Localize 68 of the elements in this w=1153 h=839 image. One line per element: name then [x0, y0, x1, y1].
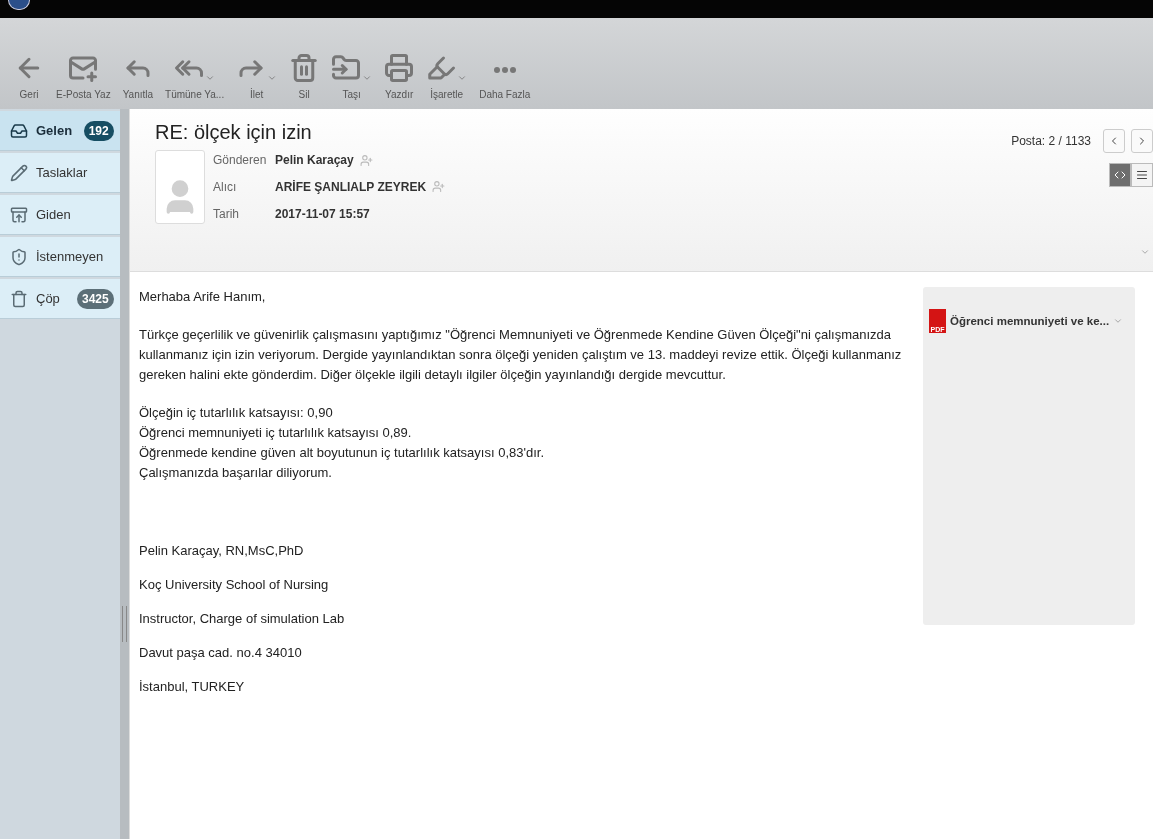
next-button[interactable]	[1131, 129, 1153, 153]
inbox-icon	[10, 121, 28, 140]
body-text: Ölçeğin iç tutarlılık katsayısı: 0,90	[139, 404, 334, 422]
signature-line: Pelin Karaçay, RN,MsC,PhD	[139, 542, 305, 560]
view-toggle-button[interactable]	[1131, 163, 1153, 187]
toolbar-button[interactable]: İşaretle	[420, 43, 474, 100]
caret-icon	[205, 73, 216, 83]
folder-label: Taslaklar	[36, 165, 89, 180]
body-text: Merhaba Arife Hanım,	[139, 288, 267, 306]
body-text: Çalışmanızda başarılar diliyorum.	[139, 464, 333, 482]
body-text: Öğrenmede kendine güven alt boyutunun iç tutarlılık katsayısı 0,83'dır.	[139, 444, 545, 462]
toolbar-button[interactable]: Yazdır	[378, 43, 421, 100]
toolbar-button[interactable]: Yanıtla	[116, 43, 160, 100]
toolbar-button[interactable]: Daha Fazla	[473, 43, 537, 100]
body-text: Öğrenci memnuniyeti iç tutarlılık katsayısı 0,89.	[139, 424, 413, 442]
toolbar-button[interactable]: İlet	[230, 43, 284, 100]
count-badge: 3425	[76, 288, 114, 309]
folder-item[interactable]: Çöp 3425	[0, 279, 120, 319]
field-value: Pelin Karaçay	[275, 153, 354, 168]
field-value: 2017-11-07 15:57	[275, 206, 370, 221]
pencil-icon	[10, 163, 28, 182]
add-contact-icon[interactable]	[432, 180, 446, 194]
folder-icon	[331, 53, 362, 83]
mail-counter: Posta: 2 / 1133	[1011, 134, 1091, 148]
more-icon	[493, 67, 516, 73]
folder-label: Giden	[36, 207, 72, 222]
caret-icon	[362, 73, 373, 83]
toolbar-button[interactable]: Sil	[283, 43, 326, 100]
folder-label: İstenmeyen	[36, 249, 105, 264]
add-contact-icon[interactable]	[359, 153, 373, 167]
signature-line: Koç University School of Nursing	[139, 576, 330, 594]
caret-icon	[267, 73, 278, 83]
previous-button[interactable]	[1103, 129, 1125, 153]
shield-icon	[10, 247, 28, 266]
folder-item[interactable]: Giden	[0, 195, 120, 235]
folder-item[interactable]: Taslaklar	[0, 153, 120, 193]
lines-icon	[1136, 169, 1148, 181]
field-value: ARİFE ŞANLIALP ZEYREK	[275, 180, 427, 194]
caret-icon[interactable]	[1113, 316, 1124, 326]
code-icon	[1114, 169, 1126, 181]
folder-item[interactable]: Gelen 192	[0, 111, 120, 151]
folder-label: Çöp	[36, 291, 61, 306]
toolbar-button[interactable]: Geri	[8, 43, 50, 100]
field-label: Alıcı	[213, 180, 238, 194]
logo-icon	[8, 0, 30, 10]
caret-icon	[457, 73, 468, 83]
marker-icon	[426, 53, 457, 83]
outbox-icon	[10, 205, 28, 224]
toolbar-button[interactable]: E-Posta Yaz	[50, 43, 117, 100]
signature-line: İstanbul, TURKEY	[139, 678, 246, 696]
signature-line: Davut paşa cad. no.4 34010	[139, 644, 303, 662]
toolbar-button[interactable]: Tümüne Ya...	[159, 43, 231, 100]
field-label: Gönderen	[213, 153, 268, 168]
trash-icon	[289, 53, 320, 83]
splitter-handle[interactable]	[121, 606, 127, 642]
printer-icon	[384, 53, 415, 83]
view-toggle-button[interactable]	[1109, 163, 1131, 187]
signature-line: Instructor, Charge of simulation Lab	[139, 610, 346, 628]
trash-icon	[10, 289, 28, 308]
folder-item[interactable]: İstenmeyen	[0, 237, 120, 277]
count-badge: 192	[83, 120, 114, 141]
field-label: Tarih	[213, 206, 240, 221]
toolbar-button[interactable]: Taşı	[325, 43, 379, 100]
folder-label: Gelen	[36, 123, 74, 138]
attachment-name[interactable]: Öğrenci memnuniyeti ve ke...	[950, 315, 1110, 327]
caret-icon[interactable]	[1140, 247, 1150, 257]
body-text: Türkçe geçerlilik ve güvenirlik çalışmasını yaptığımız "Öğrenci Memnuniyeti ve Öğrenmede Kendine Güven Ölçeği"ni çalışmanızda kullanmanız için izin veriyorum. Dergide yayınlandıktan sonra ölçeği yeniden çalıştım ve 13. maddeyi revize ettik. Ölçeği kullanmanız gereken halini ekte gönderdim. Diğer ölçekle ilgili detaylı ilgiler ölçeğin yayınlandığı dergide mevcuttur.	[139, 326, 903, 384]
email-subject: RE: ölçek için izin	[155, 121, 313, 144]
